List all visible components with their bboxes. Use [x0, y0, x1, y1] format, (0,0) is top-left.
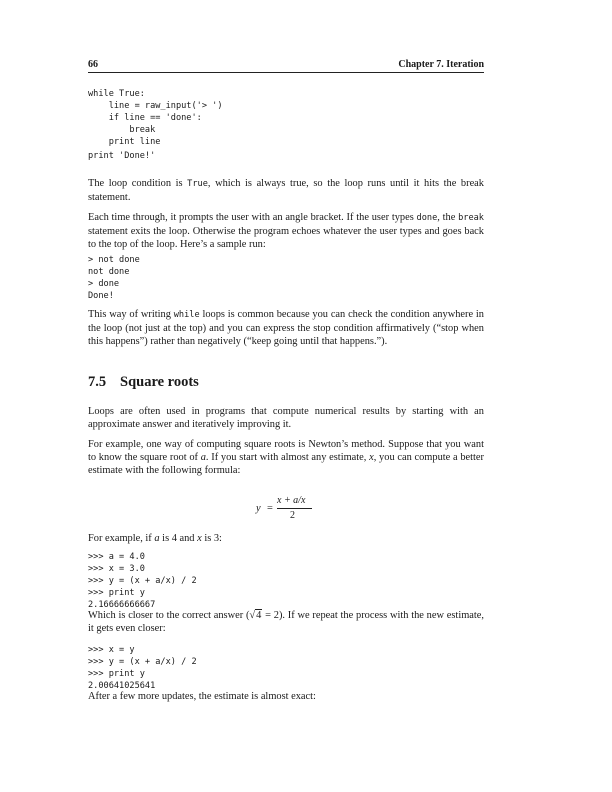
text: Each time through, it prompts the user w… — [88, 212, 417, 223]
paragraph-newton: For example, one way of computing square… — [88, 438, 484, 478]
text: = 2 — [262, 610, 279, 621]
running-header: 66 Chapter 7. Iteration — [88, 58, 484, 73]
code-block-second-iteration: >>> x = y >>> y = (x + a/x) / 2 >>> prin… — [88, 644, 484, 692]
sqrt-expression: √4 — [249, 609, 263, 621]
paragraph-loop-condition: The loop condition is True, which is alw… — [88, 177, 484, 204]
paragraph-loops-numerical: Loops are often used in programs that co… — [88, 405, 484, 431]
text: After a few more updates, the estimate i… — [88, 691, 316, 702]
fraction-bar — [277, 508, 312, 509]
code-second-iteration: >>> x = y >>> y = (x + a/x) / 2 >>> prin… — [88, 645, 197, 692]
inline-code: True — [187, 179, 208, 189]
code-block-sample-run: > not done not done > done Done! — [88, 254, 484, 302]
code-print-done: print 'Done!' — [88, 151, 156, 161]
paragraph-example: For example, if a is 4 and x is 3: — [88, 532, 484, 545]
paragraph-each-time: Each time through, it prompts the user w… — [88, 211, 484, 252]
formula-numerator: x + a/x — [277, 495, 306, 506]
text: . If you start with almost any estimate, — [205, 452, 370, 464]
document-page: 66 Chapter 7. Iteration while True: line… — [0, 0, 612, 792]
section-number: 7.5 — [88, 374, 107, 390]
code-block-print-done: print 'Done!' — [88, 150, 484, 162]
inline-code: while — [173, 310, 200, 320]
chapter-title: Chapter 7. Iteration — [398, 59, 484, 70]
inline-code: done — [416, 213, 438, 223]
paragraph-few-more: After a few more updates, the estimate i… — [88, 690, 484, 703]
formula-equals: = — [267, 503, 273, 514]
section-heading: 7.5 Square roots — [88, 374, 484, 391]
code-while-loop: while True: line = raw_input('> ') if li… — [88, 89, 223, 148]
paragraph-while-loops: This way of writing while loops is commo… — [88, 308, 484, 349]
paragraph-closer: Which is closer to the correct answer (√… — [88, 609, 484, 635]
text: is 4 and — [159, 533, 198, 544]
text: Which is closer to the correct answer ( — [88, 610, 250, 621]
code-first-iteration: >>> a = 4.0 >>> x = 3.0 >>> y = (x + a/x… — [88, 552, 197, 611]
code-sample-run: > not done not done > done Done! — [88, 255, 140, 302]
text: is 3: — [201, 533, 222, 544]
text: The loop condition is — [88, 178, 188, 189]
text: This way of writing — [88, 309, 174, 320]
section-title-text: Square roots — [120, 374, 199, 390]
formula-denominator: 2 — [290, 510, 295, 521]
formula-lhs: y — [256, 503, 261, 514]
text: statement exits the loop. Otherwise the … — [88, 226, 484, 251]
text: Loops are often used in programs that co… — [88, 406, 484, 431]
page-number: 66 — [88, 59, 98, 70]
text: For example, if — [88, 533, 155, 544]
code-block-first-iteration: >>> a = 4.0 >>> x = 3.0 >>> y = (x + a/x… — [88, 551, 484, 611]
code-block-while-loop: while True: line = raw_input('> ') if li… — [88, 88, 484, 148]
text: , the — [437, 212, 459, 223]
newton-formula: y = x + a/x 2 — [256, 492, 316, 522]
inline-code: break — [458, 213, 484, 223]
